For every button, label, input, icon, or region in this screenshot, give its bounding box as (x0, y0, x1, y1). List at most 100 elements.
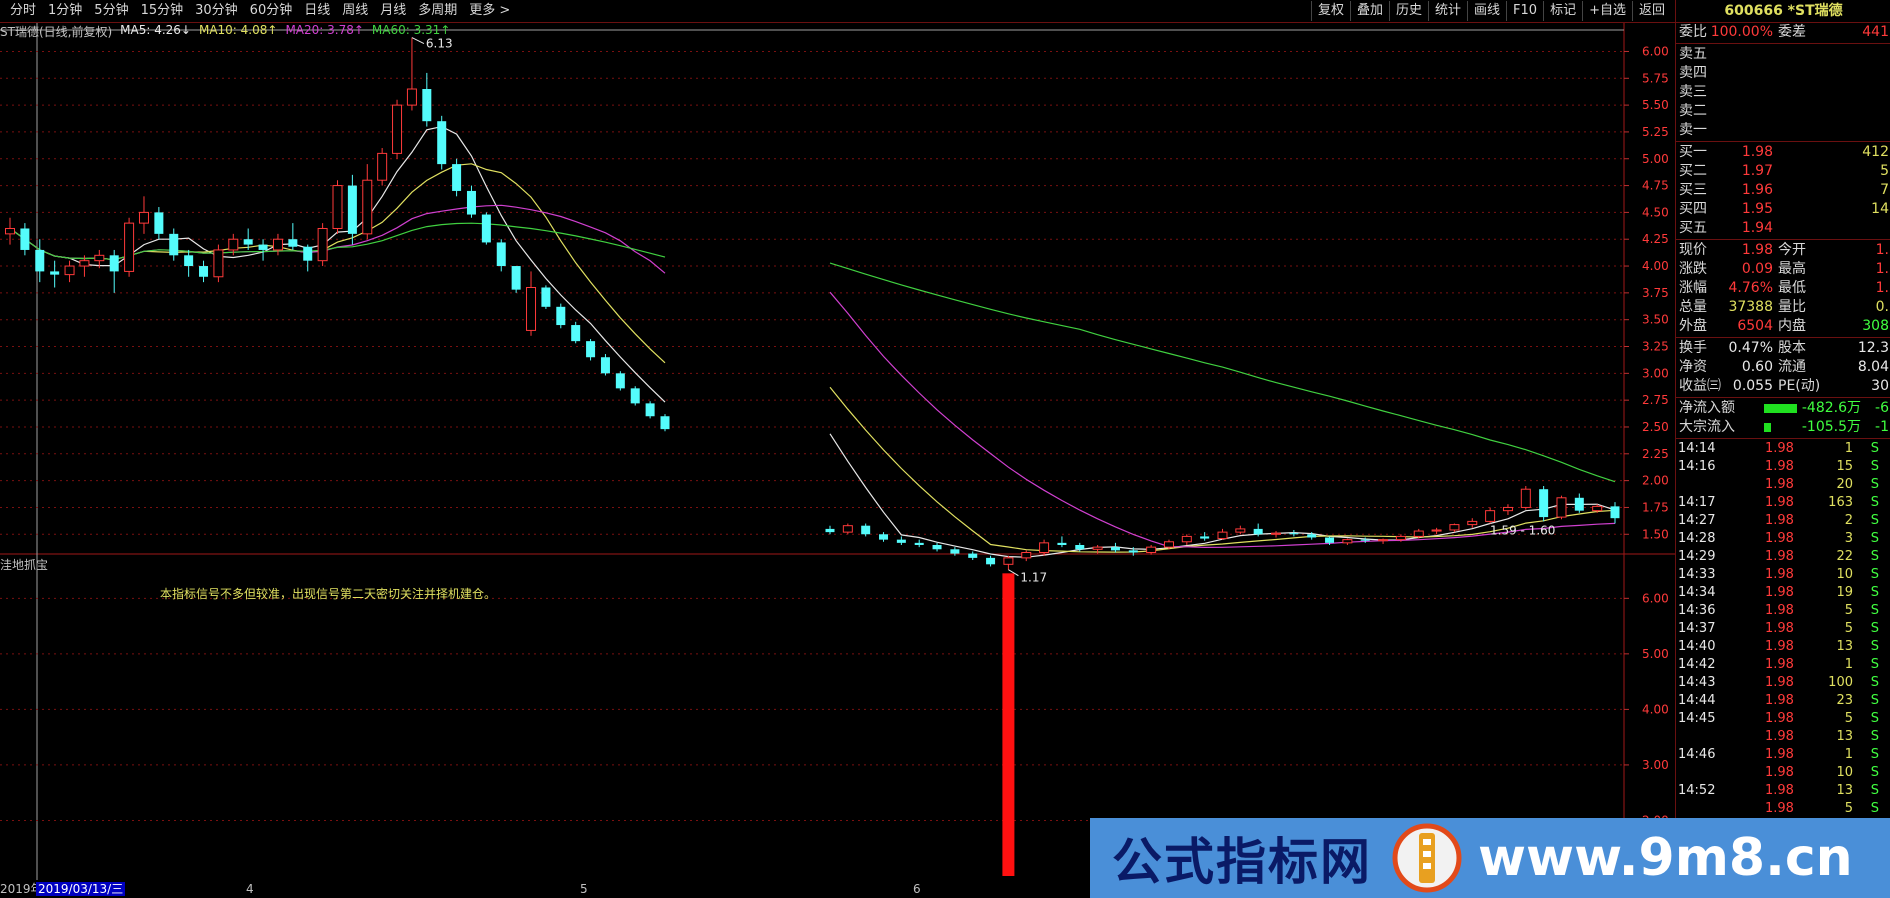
candle-up[interactable] (526, 287, 537, 331)
candle-down[interactable] (950, 549, 960, 554)
tick-row[interactable]: 14:27 1.98 2 S (1676, 512, 1890, 530)
candle-up[interactable] (1146, 546, 1157, 554)
candle-down[interactable] (861, 525, 871, 535)
candle-up[interactable] (1092, 546, 1103, 550)
candle-down[interactable] (496, 242, 506, 267)
period-tab-0[interactable]: 分时 (4, 2, 42, 20)
action-button-7[interactable]: +自选 (1582, 1, 1632, 21)
candle-down[interactable] (437, 121, 447, 165)
tick-list[interactable]: 14:14 1.98 1 S 14:16 1.98 15 S 1.98 20 S 14:17 1.98 1… (1676, 440, 1890, 818)
tick-row[interactable]: 14:52 1.98 13 S (1676, 782, 1890, 800)
tick-row[interactable]: 14:36 1.98 5 S (1676, 602, 1890, 620)
candle-down[interactable] (452, 164, 462, 191)
candle-down[interactable] (466, 190, 476, 215)
candle-up[interactable] (1520, 488, 1531, 508)
candle-up[interactable] (392, 104, 403, 154)
period-tab-1[interactable]: 1分钟 (42, 2, 88, 20)
tick-row[interactable]: 14:14 1.98 1 S (1676, 440, 1890, 458)
period-tab-6[interactable]: 日线 (298, 2, 336, 20)
candle-down[interactable] (914, 542, 924, 545)
candle-down[interactable] (968, 553, 978, 558)
candle-up[interactable] (1342, 539, 1353, 544)
candle-down[interactable] (932, 545, 942, 550)
candle-down[interactable] (825, 528, 835, 533)
action-button-0[interactable]: 复权 (1310, 1, 1350, 21)
candle-down[interactable] (288, 239, 298, 247)
candle-up[interactable] (213, 249, 224, 278)
candle-down[interactable] (422, 89, 432, 122)
tick-row[interactable]: 14:46 1.98 1 S (1676, 746, 1890, 764)
candle-down[interactable] (303, 246, 313, 261)
candle-down[interactable] (1325, 537, 1335, 543)
candle-down[interactable] (541, 287, 551, 307)
candle-down[interactable] (243, 239, 253, 245)
candle-up[interactable] (1395, 535, 1406, 541)
candle-down[interactable] (660, 416, 670, 430)
indicator-title[interactable]: 洼地抓宝 (0, 556, 48, 573)
candle-down[interactable] (35, 249, 45, 272)
candle-down[interactable] (1253, 528, 1263, 535)
candle-down[interactable] (986, 557, 996, 565)
candle-down[interactable] (1110, 547, 1120, 551)
candle-up[interactable] (64, 265, 75, 276)
candle-down[interactable] (109, 255, 119, 272)
tick-row[interactable]: 14:16 1.98 15 S (1676, 458, 1890, 476)
candle-up[interactable] (1181, 535, 1192, 543)
candle-down[interactable] (1128, 550, 1138, 553)
candle-up[interactable] (1413, 530, 1424, 537)
tick-row[interactable]: 14:44 1.98 23 S (1676, 692, 1890, 710)
candle-up[interactable] (228, 238, 239, 251)
candle-up[interactable] (362, 179, 373, 235)
candle-down[interactable] (879, 534, 889, 540)
tick-row[interactable]: 14:45 1.98 5 S (1676, 710, 1890, 728)
action-button-3[interactable]: 统计 (1428, 1, 1467, 21)
candle-down[interactable] (1574, 497, 1584, 511)
candle-down[interactable] (1057, 542, 1067, 545)
candle-up[interactable] (1163, 541, 1174, 548)
candle-up[interactable] (377, 152, 388, 181)
candle-up[interactable] (79, 260, 90, 267)
period-tab-10[interactable]: 更多 > (463, 2, 516, 20)
tick-row[interactable]: 14:43 1.98 100 S (1676, 674, 1890, 692)
candle-down[interactable] (1289, 533, 1299, 535)
candle-up[interactable] (1235, 528, 1246, 533)
candle-up[interactable] (5, 227, 15, 235)
candle-down[interactable] (154, 212, 164, 234)
tick-row[interactable]: 14:40 1.98 13 S (1676, 638, 1890, 656)
tick-row[interactable]: 14:17 1.98 163 S (1676, 494, 1890, 512)
candle-down[interactable] (1075, 545, 1085, 550)
tick-row[interactable]: 14:29 1.98 22 S (1676, 548, 1890, 566)
period-tab-7[interactable]: 周线 (336, 2, 374, 20)
candle-down[interactable] (1610, 506, 1620, 519)
action-button-4[interactable]: 画线 (1467, 1, 1506, 21)
candle-up[interactable] (1502, 506, 1513, 512)
candle-up[interactable] (1039, 542, 1050, 554)
action-button-8[interactable]: 返回 (1631, 1, 1671, 21)
candle-up[interactable] (406, 88, 417, 106)
tick-row[interactable]: 14:28 1.98 3 S (1676, 530, 1890, 548)
candle-up[interactable] (1021, 552, 1032, 559)
candle-up[interactable] (1556, 497, 1567, 518)
candle-up[interactable] (94, 254, 105, 262)
candle-down[interactable] (481, 214, 491, 243)
candle-up[interactable] (1592, 505, 1603, 512)
tick-row[interactable]: 1.98 13 S (1676, 728, 1890, 746)
candle-down[interactable] (169, 233, 179, 256)
tick-row[interactable]: 14:37 1.98 5 S (1676, 620, 1890, 638)
candle-down[interactable] (896, 539, 906, 543)
kline-chart[interactable]: 6.00 5.75 5.50 5.25 5.00 4.75 4.50 4.25 4.00 3.75… (0, 0, 1675, 880)
period-tab-4[interactable]: 30分钟 (189, 2, 244, 20)
candle-up[interactable] (138, 211, 149, 224)
period-tab-9[interactable]: 多周期 (412, 2, 463, 20)
tick-row[interactable]: 14:34 1.98 19 S (1676, 584, 1890, 602)
action-button-5[interactable]: F10 (1506, 1, 1543, 21)
candle-down[interactable] (184, 255, 194, 267)
candle-down[interactable] (1200, 536, 1210, 539)
candle-down[interactable] (347, 185, 357, 234)
stock-code-name[interactable]: 600666 *ST瑞德 (1676, 0, 1890, 23)
candle-down[interactable] (50, 271, 60, 275)
candle-down[interactable] (511, 266, 521, 290)
period-tab-8[interactable]: 月线 (374, 2, 412, 20)
candle-down[interactable] (571, 325, 581, 342)
action-button-1[interactable]: 叠加 (1349, 1, 1389, 21)
